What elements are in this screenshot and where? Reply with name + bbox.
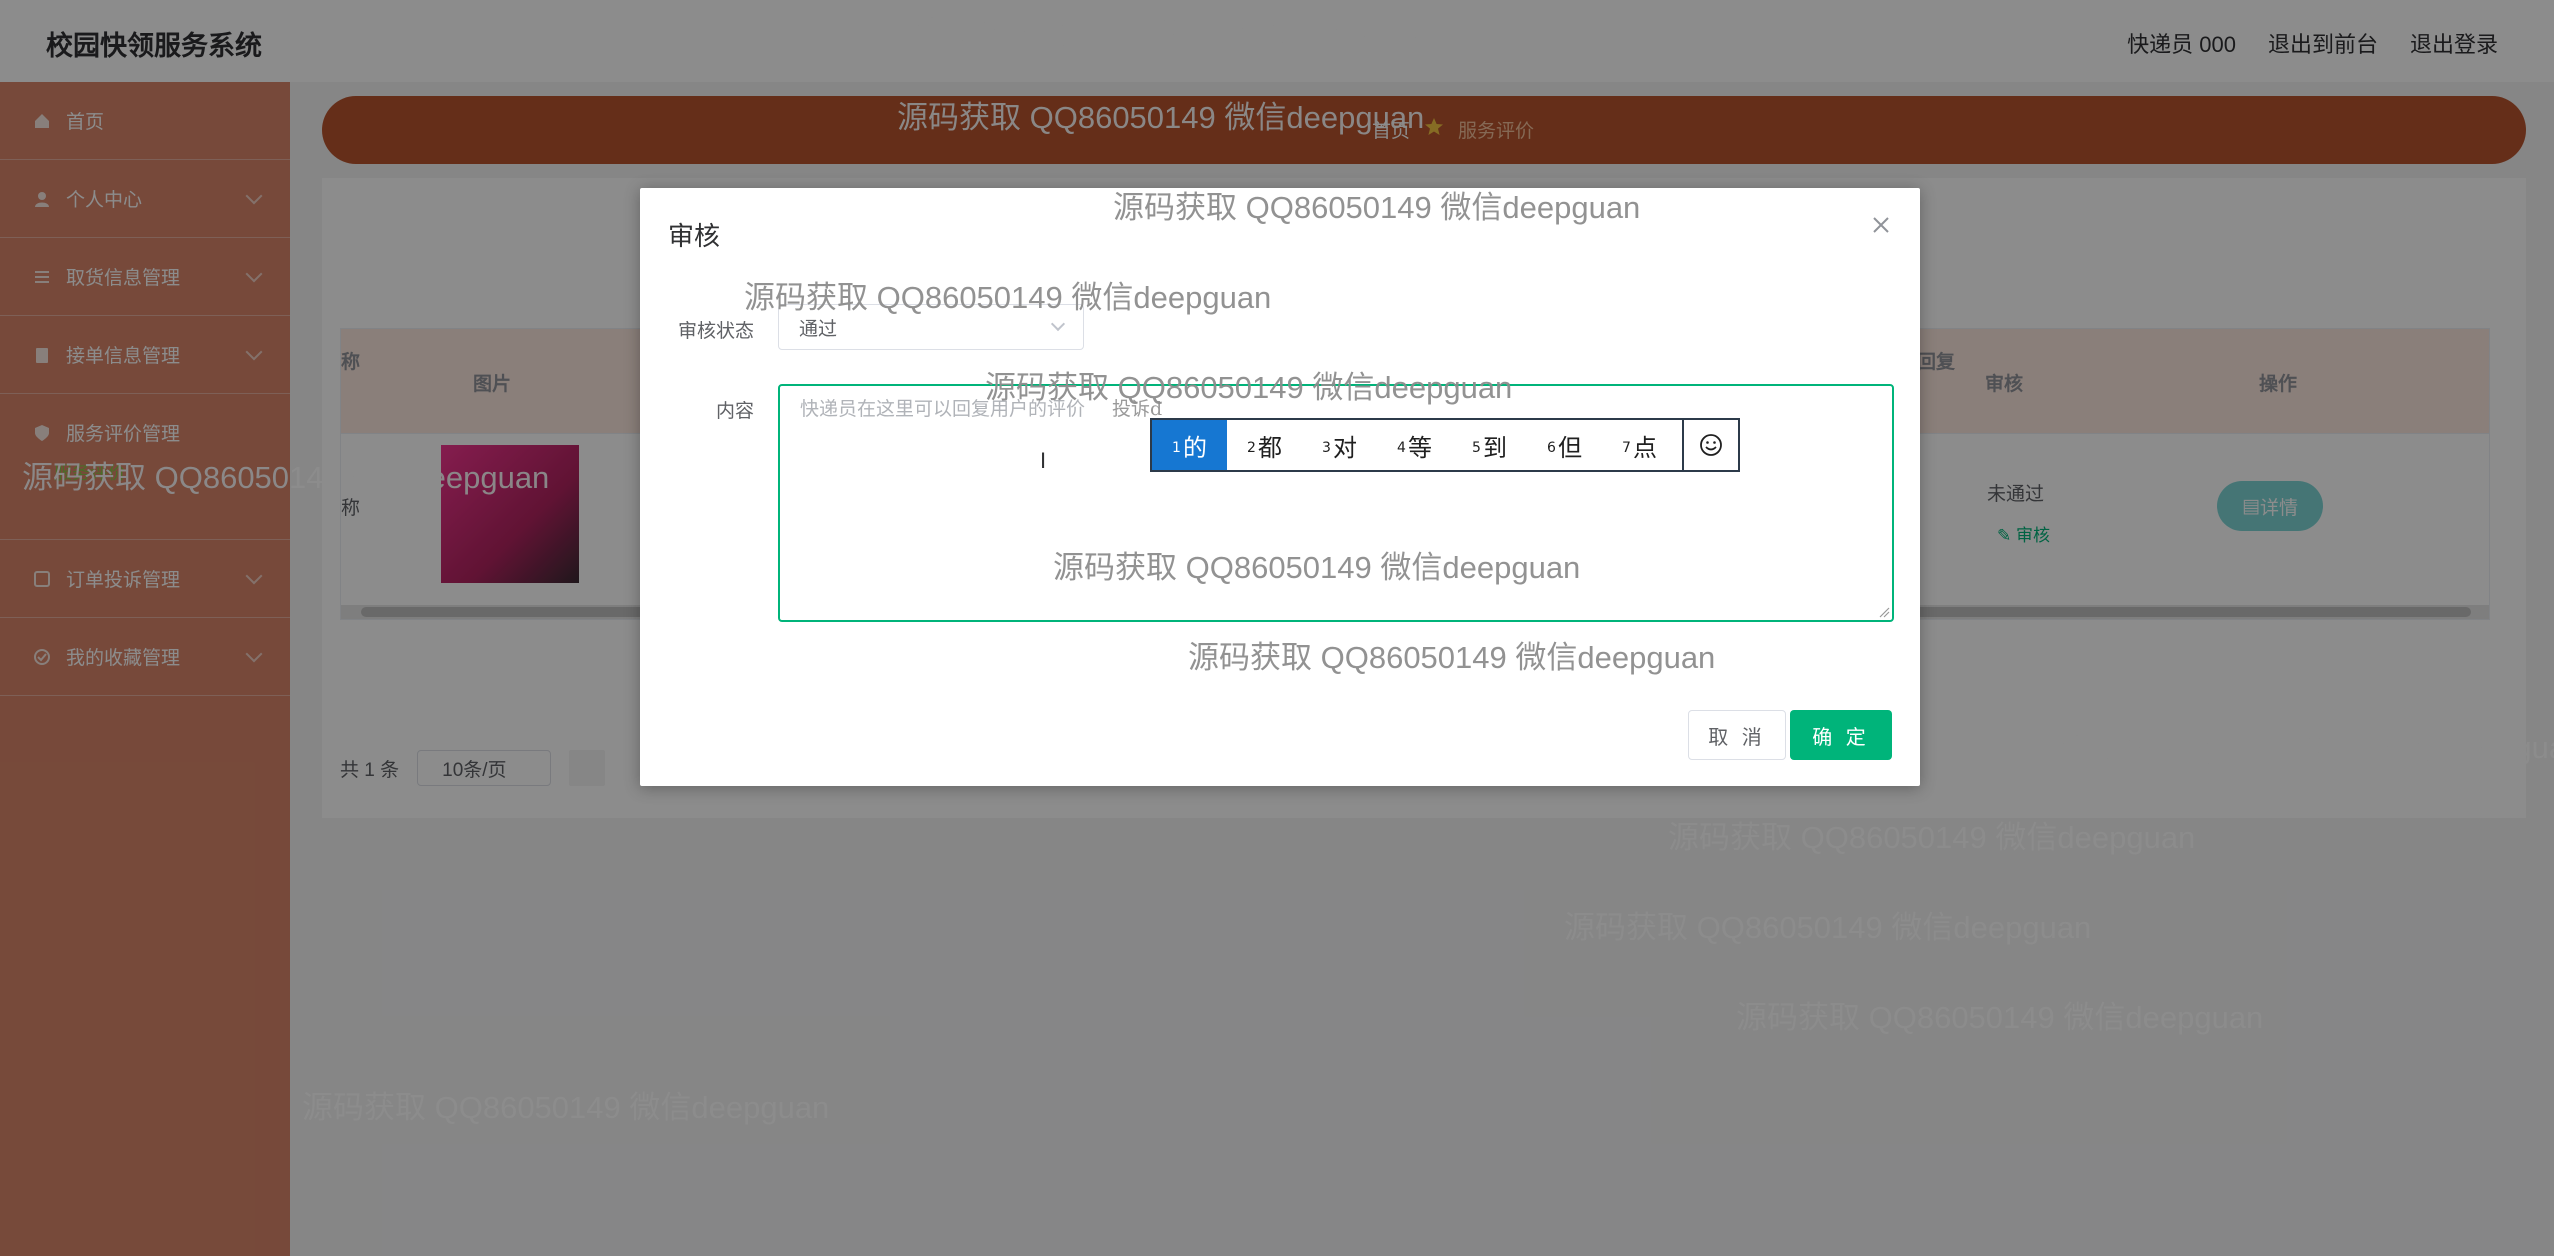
candidate-char: 等 (1407, 433, 1432, 462)
watermark: 源码获取 QQ86050149 微信deepguan (744, 280, 1272, 315)
candidate-number: 2 (1247, 440, 1256, 456)
cancel-button[interactable]: 取 消 (1688, 710, 1786, 760)
candidate-number: 5 (1472, 440, 1481, 456)
candidate-char: 对 (1332, 433, 1357, 462)
watermark: 源码获取 QQ86050149 微信deepguan (302, 1090, 830, 1125)
candidate-number: 7 (1622, 440, 1631, 456)
ime-candidate[interactable]: 2都 (1227, 420, 1302, 470)
ime-candidate-bar: 1的 2都 3对 4等 5到 6但 7点 (1150, 418, 1740, 472)
content-label: 内容 (715, 401, 754, 422)
watermark: 源码获取 QQ86050149 微信deepguan (2056, 730, 2554, 765)
ime-candidate[interactable]: 5到 (1452, 420, 1527, 470)
close-icon[interactable] (1870, 214, 1894, 238)
candidate-char: 到 (1482, 433, 1507, 462)
watermark: 源码获取 QQ86050149 微信deepguan (1188, 640, 1716, 675)
ime-candidate[interactable]: 4等 (1377, 420, 1452, 470)
candidate-number: 3 (1322, 440, 1331, 456)
ime-candidate[interactable]: 3对 (1302, 420, 1377, 470)
candidate-char: 点 (1632, 433, 1657, 462)
candidate-number: 4 (1397, 440, 1406, 456)
watermark: 源码获取 QQ86050149 微信deepguan (1113, 190, 1641, 225)
smiley-icon[interactable] (1682, 420, 1738, 470)
status-label: 审核状态 (677, 321, 754, 342)
watermark: 源码获取 QQ86050149 微信deepguan (1668, 820, 2196, 855)
watermark: 源码获取 QQ86050149 微信deepguan (1736, 1000, 2264, 1035)
text-cursor-icon: I (1040, 448, 1047, 473)
status-select-value: 通过 (799, 318, 838, 340)
ime-candidate[interactable]: 1的 (1152, 420, 1227, 470)
dialog-title: 审核 (668, 221, 721, 251)
confirm-button[interactable]: 确 定 (1790, 710, 1892, 760)
watermark: 源码获取 QQ86050149 微信deepguan (1564, 910, 2092, 945)
candidate-char: 但 (1557, 433, 1582, 462)
watermark: 源码获取 QQ86050149 微信deepguan (22, 460, 550, 495)
chevron-down-icon (1050, 316, 1066, 332)
watermark: 源码获取 QQ86050149 微信deepguan (1053, 550, 1581, 585)
watermark: 源码获取 QQ86050149 微信deepguan (985, 370, 1513, 405)
watermark: 源码获取 QQ86050149 微信deepguan (897, 100, 1425, 135)
candidate-char: 的 (1182, 433, 1207, 462)
watermark: 源码获取 QQ86050149 微信deepguan (911, 12, 1439, 47)
candidate-number: 1 (1172, 440, 1181, 456)
candidate-number: 6 (1547, 440, 1556, 456)
resize-handle-icon[interactable] (1878, 606, 1890, 618)
ime-candidate[interactable]: 7点 (1602, 420, 1677, 470)
candidate-char: 都 (1257, 433, 1282, 462)
ime-candidate[interactable]: 6但 (1527, 420, 1602, 470)
